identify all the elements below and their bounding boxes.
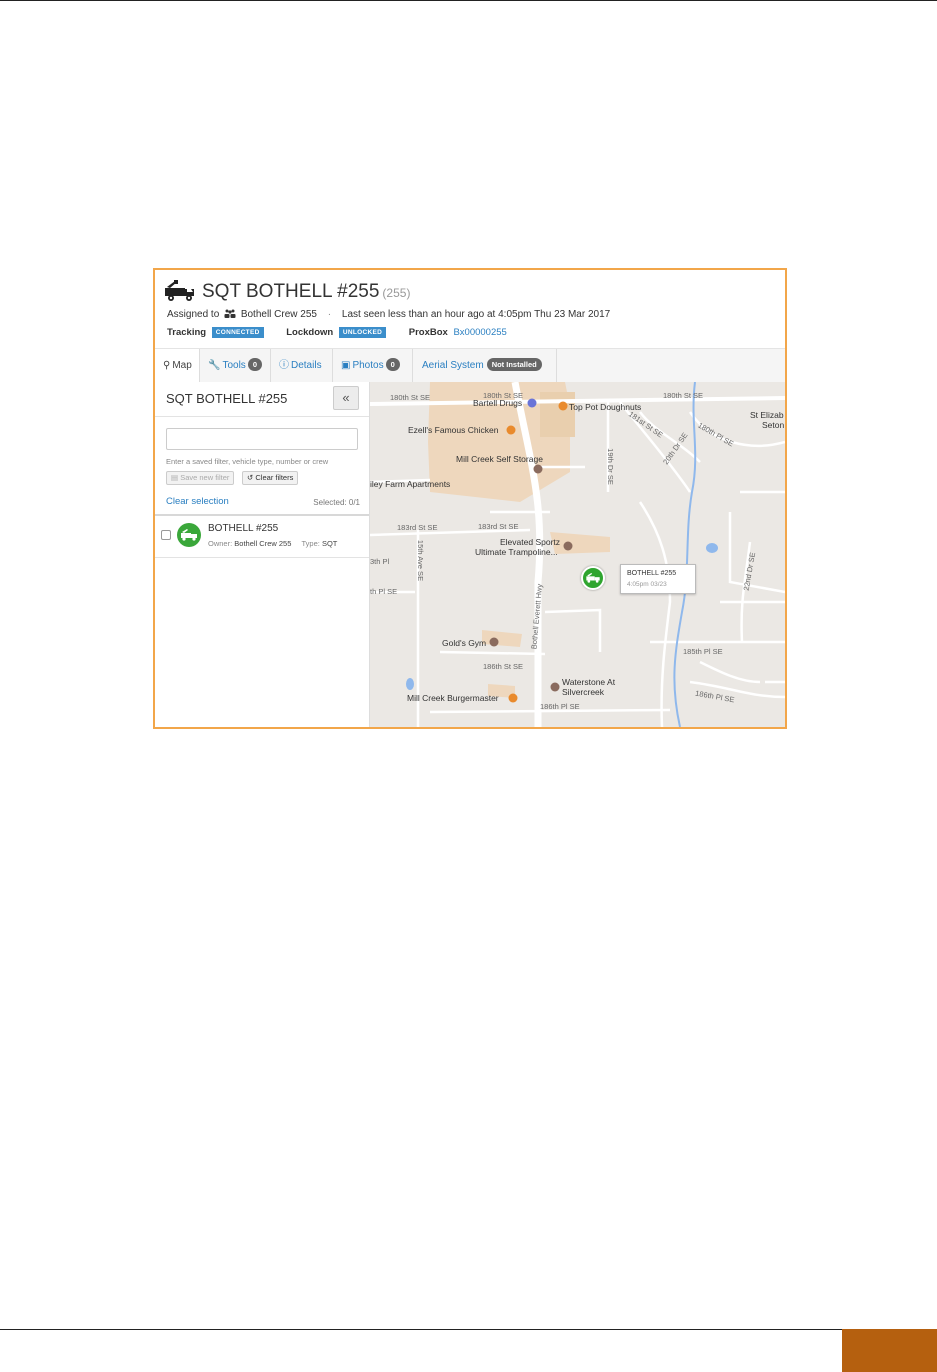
map-marker-icon: ⚲ [163,360,171,371]
street-label: 19th Dr SE [605,448,615,485]
street-label: 185th Pl SE [683,647,723,656]
selected-count: Selected: 0/1 [313,498,360,507]
undo-icon: ↺ [247,473,254,482]
street-label: th Pl SE [370,587,398,596]
save-filter-button[interactable]: ▤ Save new filter [166,471,235,485]
poi-label[interactable]: St Elizab [750,410,784,420]
street-label: 3th Pl [370,557,390,566]
poi-label[interactable]: iley Farm Apartments [370,479,450,489]
vehicle-checkbox[interactable] [161,530,171,540]
street-label: 180th St SE [663,391,704,400]
proxbox-link[interactable]: Bx00000255 [453,327,506,338]
sidebar-title: SQT BOTHELL #255 [166,391,288,406]
vehicle-number: (255) [382,286,411,300]
tracking-status-badge: CONNECTED [211,327,264,338]
owner-value: Bothell Crew 255 [234,539,292,548]
clear-selection-link[interactable]: Clear selection [166,496,229,507]
poi-label[interactable]: Top Pot Doughnuts [569,402,641,412]
poi-label[interactable]: Mill Creek Burgermaster [407,693,499,703]
poi-label[interactable]: Gold's Gym [442,638,486,648]
collapse-sidebar-button[interactable]: « [333,386,359,410]
status-line: Tracking CONNECTED Lockdown UNLOCKED Pro… [167,327,507,338]
street-label: 186th Pl SE [540,702,580,711]
poi-label[interactable]: Ezell's Famous Chicken [408,425,498,435]
poi-label[interactable]: Silvercreek [562,687,604,697]
info-icon: ⓘ [279,360,289,371]
tab-details[interactable]: ⓘ Details [271,349,333,382]
poi-label[interactable]: Waterstone At [562,677,615,687]
poi-label[interactable]: Seton [762,420,784,430]
tab-bar: ⚲ Map 🔧 Tools 0 ⓘ Details ▣ Photos 0 Aerial Sy… [155,348,785,383]
tab-details-label: Details [291,360,322,371]
vehicle-header: SQT BOTHELL #255 (255) Assigned to Bothel… [155,270,785,348]
tab-photos[interactable]: ▣ Photos 0 [333,349,413,382]
crew-link[interactable]: Bothell Crew 255 [241,309,317,320]
truck-icon [165,280,194,301]
vehicle-status-avatar [177,523,201,547]
filter-help-text: Enter a saved filter, vehicle type, numb… [166,457,329,466]
tools-count-badge: 0 [247,358,262,371]
assignment-line: Assigned to Bothell Crew 255 · Last seen… [167,309,610,320]
street-label: 183rd St SE [478,522,519,531]
tab-photos-label: Photos [352,360,384,371]
vehicle-sidebar: SQT BOTHELL #255 « Enter a saved filter,… [155,382,370,727]
tracking-label: Tracking [167,327,207,338]
proxbox-label: ProxBox [408,327,448,338]
app-screenshot: SQT BOTHELL #255 (255) Assigned to Bothel… [153,268,787,729]
tab-tools[interactable]: 🔧 Tools 0 [200,349,271,382]
image-icon: ▣ [341,360,351,371]
vehicle-map-marker[interactable] [581,566,605,590]
tab-aerial-label: Aerial System [422,360,484,371]
sidebar-divider [155,514,369,516]
lockdown-status-badge: UNLOCKED [338,327,387,338]
photos-count-badge: 0 [385,358,400,371]
sidebar-divider [155,416,369,417]
assigned-label: Assigned to [167,309,220,320]
map-view[interactable]: 180th St SE 180th St SE 180th St SE 181s… [370,382,785,727]
page-top-rule [0,0,937,1]
tab-map[interactable]: ⚲ Map [155,349,200,383]
vehicle-name: BOTHELL #255 [208,523,279,534]
page-bottom-rule [0,1329,842,1330]
clear-filters-label: Clear filters [255,473,294,482]
filter-input[interactable] [166,428,358,450]
save-icon: ▤ [171,473,179,482]
separator: · [327,309,332,320]
sidebar-divider [155,557,369,558]
lockdown-label: Lockdown [286,327,334,338]
marker-popup: BOTHELL #255 4:05pm 03/23 [620,564,696,594]
tab-tools-label: Tools [222,360,246,371]
truck-icon [586,573,600,583]
vehicle-meta: Owner: Bothell Crew 255 Type: SQT [208,539,337,548]
last-seen-text: Last seen less than an hour ago at 4:05p… [341,309,611,320]
poi-label[interactable]: Ultimate Trampoline... [475,547,558,557]
type-label: Type: [301,539,320,548]
clear-filters-button[interactable]: ↺ Clear filters [242,471,299,485]
street-label: 183rd St SE [397,523,438,532]
tab-map-label: Map [172,360,192,371]
crew-icon [224,309,236,318]
popup-time: 4:05pm 03/23 [627,581,667,588]
poi-label[interactable]: Elevated Sportz [500,537,560,547]
not-installed-badge: Not Installed [486,358,542,371]
truck-icon [181,529,197,541]
owner-label: Owner: [208,539,233,548]
wrench-icon: 🔧 [208,360,221,371]
poi-label[interactable]: Mill Creek Self Storage [456,454,543,464]
page-corner-tab [842,1329,937,1372]
street-label: 180th St SE [390,393,431,402]
street-label: 186th St SE [483,662,524,671]
save-filter-label: Save new filter [180,473,230,482]
page-title: SQT BOTHELL #255 (255) [202,281,410,303]
popup-title: BOTHELL #255 [627,570,677,577]
poi-label[interactable]: Bartell Drugs [473,398,522,408]
street-label: 15th Ave SE [416,539,426,582]
vehicle-title-text: SQT BOTHELL #255 [202,281,380,302]
type-value: SQT [321,539,338,548]
tab-aerial-system[interactable]: Aerial System Not Installed [413,349,557,382]
